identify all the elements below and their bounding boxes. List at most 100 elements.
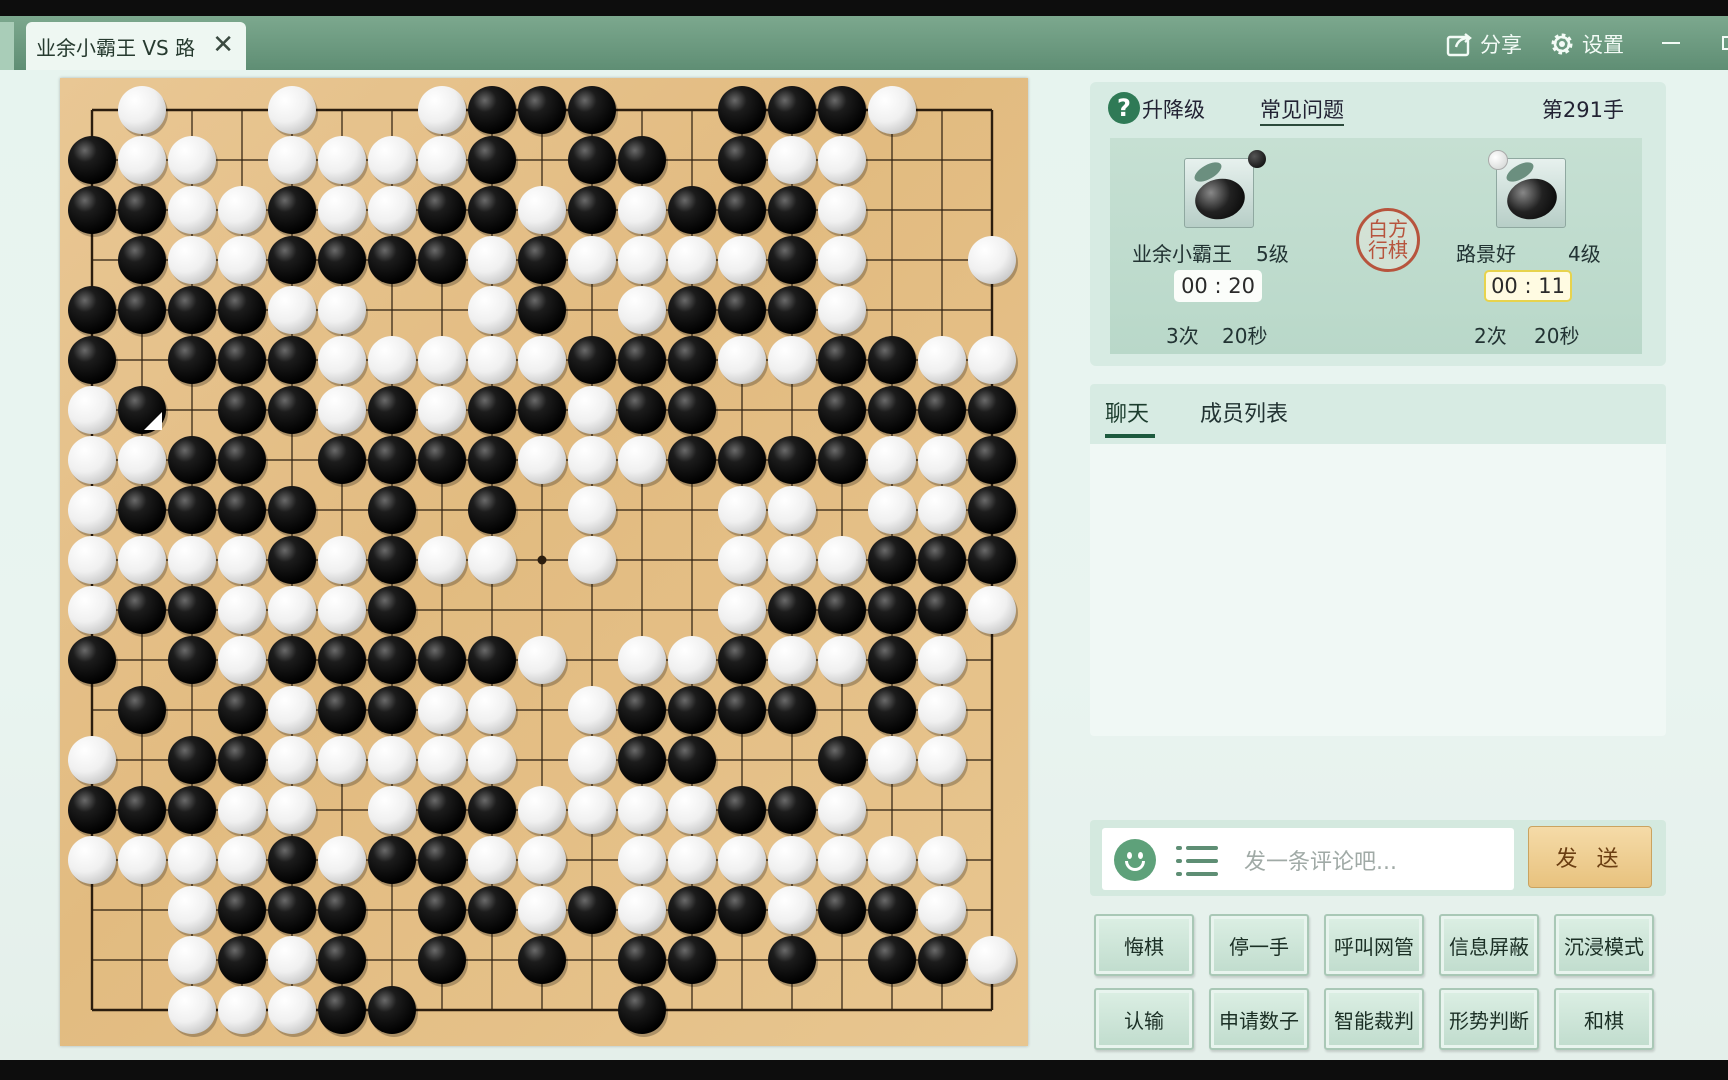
white-stone — [968, 586, 1016, 634]
black-stone — [268, 886, 316, 934]
white-stone — [118, 136, 166, 184]
settings-button[interactable]: 设置 — [1548, 28, 1624, 60]
black-stone — [568, 86, 616, 134]
white-stone — [518, 336, 566, 384]
avatar[interactable] — [1496, 158, 1566, 228]
black-stone — [618, 936, 666, 984]
black-stone — [218, 436, 266, 484]
white-stone — [218, 986, 266, 1034]
immersive-mode-button[interactable]: 沉浸模式 — [1554, 914, 1654, 976]
black-stone — [268, 636, 316, 684]
white-stone — [418, 336, 466, 384]
tab-member-list[interactable]: 成员列表 — [1200, 396, 1288, 428]
black-stone — [118, 586, 166, 634]
white-stone — [68, 736, 116, 784]
white-stone — [668, 636, 716, 684]
black-stone — [618, 736, 666, 784]
send-button[interactable]: 发 送 — [1528, 826, 1652, 888]
maximize-icon[interactable] — [1722, 36, 1728, 50]
list-icon[interactable] — [1176, 844, 1218, 878]
board-canvas[interactable] — [60, 78, 1028, 1046]
black-stone — [168, 286, 216, 334]
black-stone — [868, 636, 916, 684]
black-stone — [718, 636, 766, 684]
chat-messages-area[interactable] — [1090, 444, 1666, 736]
go-board[interactable] — [60, 78, 1028, 1046]
black-stone — [568, 186, 616, 234]
white-stone — [868, 836, 916, 884]
white-stone — [968, 936, 1016, 984]
white-stone — [368, 736, 416, 784]
white-stone — [418, 686, 466, 734]
pass-button[interactable]: 停一手 — [1209, 914, 1309, 976]
black-stone — [468, 436, 516, 484]
minimize-icon[interactable] — [1662, 42, 1680, 44]
upgrade-rules-link[interactable]: 升降级 — [1142, 94, 1205, 124]
share-label: 分享 — [1480, 33, 1522, 57]
resign-button[interactable]: 认输 — [1094, 988, 1194, 1050]
black-stone — [68, 186, 116, 234]
white-stone — [518, 886, 566, 934]
avatar[interactable] — [1184, 158, 1254, 228]
black-stone — [468, 786, 516, 834]
block-info-button[interactable]: 信息屏蔽 — [1439, 914, 1539, 976]
black-stone — [718, 886, 766, 934]
share-button[interactable]: 分享 — [1446, 28, 1522, 60]
gear-icon — [1551, 33, 1573, 55]
black-stone — [668, 386, 716, 434]
black-stone — [768, 86, 816, 134]
black-stone — [968, 386, 1016, 434]
white-stone — [918, 736, 966, 784]
game-tab[interactable]: 业余小霸王 VS 路 ✕ — [26, 22, 246, 70]
black-stone — [818, 736, 866, 784]
black-stone — [668, 336, 716, 384]
black-stone — [668, 886, 716, 934]
tab-chat[interactable]: 聊天 — [1105, 396, 1149, 428]
white-stone — [368, 786, 416, 834]
black-stone — [268, 236, 316, 284]
black-stone — [468, 886, 516, 934]
call-admin-button[interactable]: 呼叫网管 — [1324, 914, 1424, 976]
black-stone — [818, 386, 866, 434]
white-stone — [268, 986, 316, 1034]
black-stone — [518, 86, 566, 134]
undo-button[interactable]: 悔棋 — [1094, 914, 1194, 976]
request-count-button[interactable]: 申请数子 — [1209, 988, 1309, 1050]
draw-button[interactable]: 和棋 — [1554, 988, 1654, 1050]
white-stone — [818, 236, 866, 284]
black-stone — [518, 286, 566, 334]
white-stone — [518, 786, 566, 834]
white-stone — [818, 136, 866, 184]
black-stone — [318, 886, 366, 934]
white-stone — [218, 786, 266, 834]
black-stone — [368, 436, 416, 484]
white-stone — [718, 486, 766, 534]
black-stone — [718, 86, 766, 134]
black-stone — [718, 686, 766, 734]
black-stone — [768, 236, 816, 284]
chat-input-box[interactable]: 发一条评论吧... — [1102, 828, 1514, 890]
chat-tab-bar: 聊天 成员列表 — [1090, 384, 1666, 444]
white-stone — [618, 886, 666, 934]
white-stone — [418, 536, 466, 584]
white-stone — [168, 136, 216, 184]
black-stone — [418, 886, 466, 934]
black-stone — [268, 336, 316, 384]
white-stone — [768, 636, 816, 684]
close-tab-icon[interactable]: ✕ — [212, 32, 234, 58]
white-stone — [218, 236, 266, 284]
black-stone — [718, 436, 766, 484]
black-stone — [468, 636, 516, 684]
white-stone — [268, 686, 316, 734]
black-player-name: 业余小霸王 — [1132, 242, 1232, 266]
white-stone — [868, 736, 916, 784]
white-stone — [618, 436, 666, 484]
ai-referee-button[interactable]: 智能裁判 — [1324, 988, 1424, 1050]
position-eval-button[interactable]: 形势判断 — [1439, 988, 1539, 1050]
previous-tab-stub[interactable] — [0, 22, 14, 70]
help-icon[interactable]: ? — [1108, 92, 1140, 124]
black-stone — [668, 436, 716, 484]
emoji-icon[interactable] — [1114, 839, 1156, 881]
faq-link[interactable]: 常见问题 — [1260, 94, 1344, 126]
black-stone — [218, 736, 266, 784]
